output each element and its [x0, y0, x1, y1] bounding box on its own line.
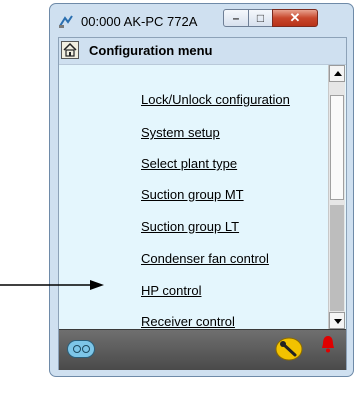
- menu-item-select-plant-type[interactable]: Select plant type: [141, 156, 237, 171]
- alarm-bell-icon[interactable]: [321, 335, 335, 353]
- maximize-button[interactable]: □: [248, 9, 273, 27]
- close-button[interactable]: ✕: [272, 9, 318, 27]
- app-icon: [59, 15, 73, 28]
- scrollbar-track[interactable]: [330, 205, 344, 311]
- menu-item-condenser-fan-control[interactable]: Condenser fan control: [141, 251, 269, 266]
- menu-item-hp-control[interactable]: HP control: [141, 283, 201, 298]
- minimize-icon: –: [232, 11, 240, 25]
- client-area: Configuration menu Lock/Unlock configura…: [58, 37, 347, 370]
- vertical-scrollbar[interactable]: [328, 65, 345, 329]
- window-title: 00:000 AK-PC 772A: [81, 14, 198, 29]
- scroll-down-button[interactable]: [329, 312, 345, 329]
- wrench-icon[interactable]: [275, 337, 303, 361]
- menu-item-receiver-control[interactable]: Receiver control: [141, 314, 235, 329]
- menu-title: Configuration menu: [89, 43, 213, 58]
- menu-item-suction-group-mt[interactable]: Suction group MT: [141, 187, 244, 202]
- status-bar: [59, 329, 346, 370]
- up-arrow-icon: [334, 71, 342, 76]
- menu-header: Configuration menu: [59, 38, 346, 65]
- home-button[interactable]: [61, 41, 79, 59]
- controller-icon-dot: [73, 345, 81, 353]
- minimize-button[interactable]: –: [223, 9, 249, 27]
- application-window: 00:000 AK-PC 772A – □ ✕ Configuration me…: [49, 3, 354, 377]
- annotation-arrow-icon: [0, 280, 104, 290]
- down-arrow-icon: [334, 319, 342, 324]
- maximize-icon: □: [256, 11, 265, 25]
- title-bar[interactable]: 00:000 AK-PC 772A – □ ✕: [50, 4, 353, 37]
- menu-item-system-setup[interactable]: System setup: [141, 125, 220, 140]
- controller-icon-dot: [82, 345, 90, 353]
- menu-item-lock-unlock-configuration[interactable]: Lock/Unlock configuration: [141, 92, 290, 107]
- scroll-up-button[interactable]: [329, 65, 345, 82]
- close-icon: ✕: [289, 10, 301, 25]
- scrollbar-thumb[interactable]: [330, 95, 344, 200]
- home-icon: [63, 42, 77, 57]
- menu-item-suction-group-lt[interactable]: Suction group LT: [141, 219, 239, 234]
- controller-icon[interactable]: [67, 340, 95, 358]
